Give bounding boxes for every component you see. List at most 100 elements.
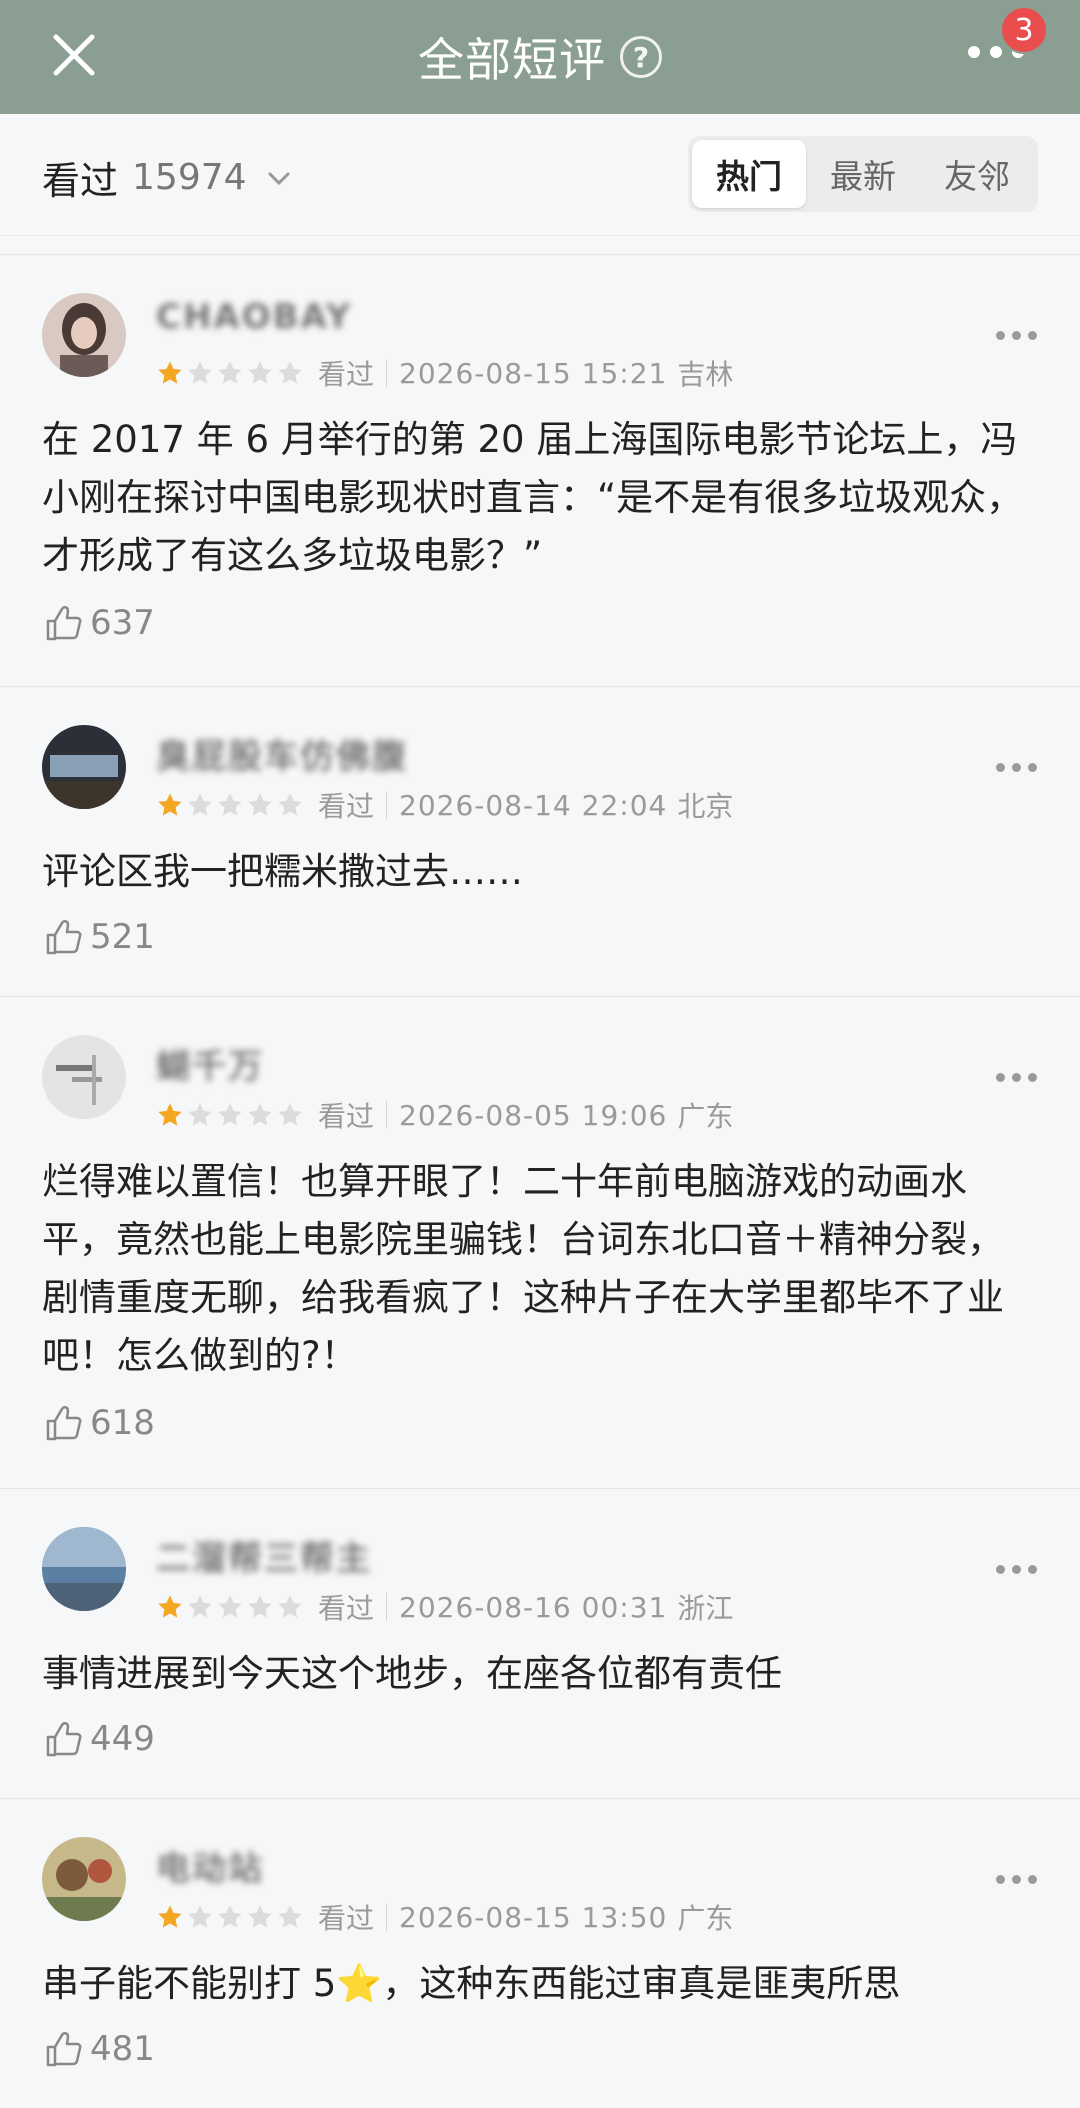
comment-more-icon[interactable] — [996, 1875, 1038, 1889]
star-filled-icon — [158, 361, 182, 384]
star-empty-icon — [188, 1905, 212, 1928]
like-button[interactable]: 618 — [42, 1401, 155, 1445]
watch-status: 看过 — [318, 1902, 375, 1935]
thumbs-up-icon — [46, 1406, 82, 1441]
comment-list: CHAOBAY 看过 2026-08-15 15:21 吉林 在 2017 年 … — [0, 254, 1080, 2108]
divider — [386, 1593, 388, 1621]
star-empty-icon — [278, 1103, 302, 1126]
comment-location: 吉林 — [677, 358, 734, 391]
title-group: 全部短评 ? — [0, 0, 1080, 114]
thumbs-up-icon — [46, 920, 82, 955]
avatar[interactable] — [42, 1837, 126, 1921]
like-button[interactable]: 449 — [42, 1717, 155, 1761]
star-empty-icon — [248, 361, 272, 384]
star-empty-icon — [188, 793, 212, 816]
thumbs-up-icon — [46, 2032, 82, 2067]
comment-text: 评论区我一把糯米撒过去…… — [42, 850, 523, 893]
comment-item: 蝴千万 看过 2026-08-05 19:06 广东 烂得难以置信！也算开眼了！… — [0, 996, 1080, 1488]
top-nav-bar: 全部短评 ? 3 — [0, 0, 1080, 114]
chevron-down-icon — [268, 172, 290, 185]
like-button[interactable]: 637 — [42, 601, 155, 645]
watched-count: 15974 — [132, 157, 247, 198]
star-empty-icon — [188, 1595, 212, 1618]
watch-status: 看过 — [318, 790, 375, 823]
watched-filter-dropdown[interactable]: 看过 15974 — [42, 150, 293, 205]
comment-meta: 看过 2026-08-15 13:50 广东 — [156, 1897, 733, 1937]
comment-more-icon[interactable] — [996, 763, 1038, 777]
like-button[interactable]: 481 — [42, 2027, 155, 2071]
watch-status: 看过 — [318, 1100, 375, 1133]
help-icon[interactable]: ? — [620, 36, 662, 78]
avatar[interactable] — [42, 293, 126, 377]
rating-stars — [156, 791, 304, 819]
comment-item: 电动站 看过 2026-08-15 13:50 广东 串子能不能别打 5⭐，这种… — [0, 1798, 1080, 2108]
tab-friends[interactable]: 友邻 — [920, 140, 1034, 208]
thumbs-up-icon — [46, 606, 82, 641]
star-filled-icon — [158, 1905, 182, 1928]
comment-item: CHAOBAY 看过 2026-08-15 15:21 吉林 在 2017 年 … — [0, 254, 1080, 686]
divider — [386, 1101, 388, 1129]
like-count: 481 — [90, 2029, 155, 2069]
watched-label: 看过 — [42, 159, 119, 203]
like-button[interactable]: 521 — [42, 915, 155, 959]
username[interactable]: 臭屁股车仿佛腹 — [156, 729, 408, 778]
comment-more-icon[interactable] — [996, 331, 1038, 345]
thumbs-up-icon — [46, 1722, 82, 1757]
comment-date: 2026-08-16 00:31 — [399, 1590, 668, 1624]
divider — [386, 791, 388, 819]
star-empty-icon — [218, 1905, 242, 1928]
comment-item: 臭屁股车仿佛腹 看过 2026-08-14 22:04 北京 评论区我一把糯米撒… — [0, 686, 1080, 996]
comment-date: 2026-08-05 19:06 — [399, 1098, 668, 1132]
star-empty-icon — [248, 793, 272, 816]
comment-date: 2026-08-14 22:04 — [399, 788, 668, 822]
star-empty-icon — [248, 1905, 272, 1928]
comment-text: 在 2017 年 6 月举行的第 20 届上海国际电影节论坛上，冯小刚在探讨中国… — [42, 418, 1024, 577]
star-filled-icon — [158, 793, 182, 816]
rating-stars — [156, 359, 304, 387]
notification-badge: 3 — [1000, 6, 1048, 54]
watch-status: 看过 — [318, 358, 375, 391]
tab-latest[interactable]: 最新 — [806, 140, 920, 208]
star-empty-icon — [188, 361, 212, 384]
comment-text: 事情进展到今天这个地步，在座各位都有责任 — [42, 1652, 782, 1695]
divider — [386, 1903, 388, 1931]
star-empty-icon — [278, 1595, 302, 1618]
star-empty-icon — [188, 1103, 212, 1126]
comment-meta: 看过 2026-08-05 19:06 广东 — [156, 1095, 733, 1135]
username[interactable]: 二溜帮三帮主 — [156, 1531, 372, 1580]
tab-hot[interactable]: 热门 — [692, 140, 806, 208]
avatar[interactable] — [42, 725, 126, 809]
like-count: 521 — [90, 917, 155, 957]
star-empty-icon — [218, 1595, 242, 1618]
username[interactable]: 蝴千万 — [156, 1039, 264, 1088]
star-filled-icon — [158, 1103, 182, 1126]
rating-stars — [156, 1903, 304, 1931]
star-empty-icon — [278, 361, 302, 384]
comment-text: 烂得难以置信！也算开眼了！二十年前电脑游戏的动画水平，竟然也能上电影院里骗钱！台… — [42, 1160, 1004, 1377]
comment-more-icon[interactable] — [996, 1565, 1038, 1579]
comment-text: 串子能不能别打 5⭐，这种东西能过审真是匪夷所思 — [42, 1962, 901, 2005]
star-empty-icon — [248, 1595, 272, 1618]
avatar[interactable] — [42, 1527, 126, 1611]
like-count: 449 — [90, 1719, 155, 1759]
rating-stars — [156, 1101, 304, 1129]
star-empty-icon — [218, 793, 242, 816]
comment-location: 浙江 — [677, 1592, 734, 1625]
comment-location: 广东 — [677, 1902, 734, 1935]
star-empty-icon — [218, 361, 242, 384]
page-title: 全部短评 — [418, 33, 606, 87]
star-empty-icon — [278, 1905, 302, 1928]
comment-more-icon[interactable] — [996, 1073, 1038, 1087]
star-empty-icon — [248, 1103, 272, 1126]
star-empty-icon — [218, 1103, 242, 1126]
username[interactable]: CHAOBAY — [156, 297, 352, 337]
star-filled-icon — [158, 1595, 182, 1618]
comment-location: 广东 — [677, 1100, 734, 1133]
username[interactable]: 电动站 — [156, 1841, 264, 1890]
avatar[interactable] — [42, 1035, 126, 1119]
like-count: 618 — [90, 1403, 155, 1443]
comment-meta: 看过 2026-08-15 15:21 吉林 — [156, 353, 733, 393]
sort-segmented-control: 热门 最新 友邻 — [688, 136, 1038, 212]
divider — [386, 359, 388, 387]
watch-status: 看过 — [318, 1592, 375, 1625]
